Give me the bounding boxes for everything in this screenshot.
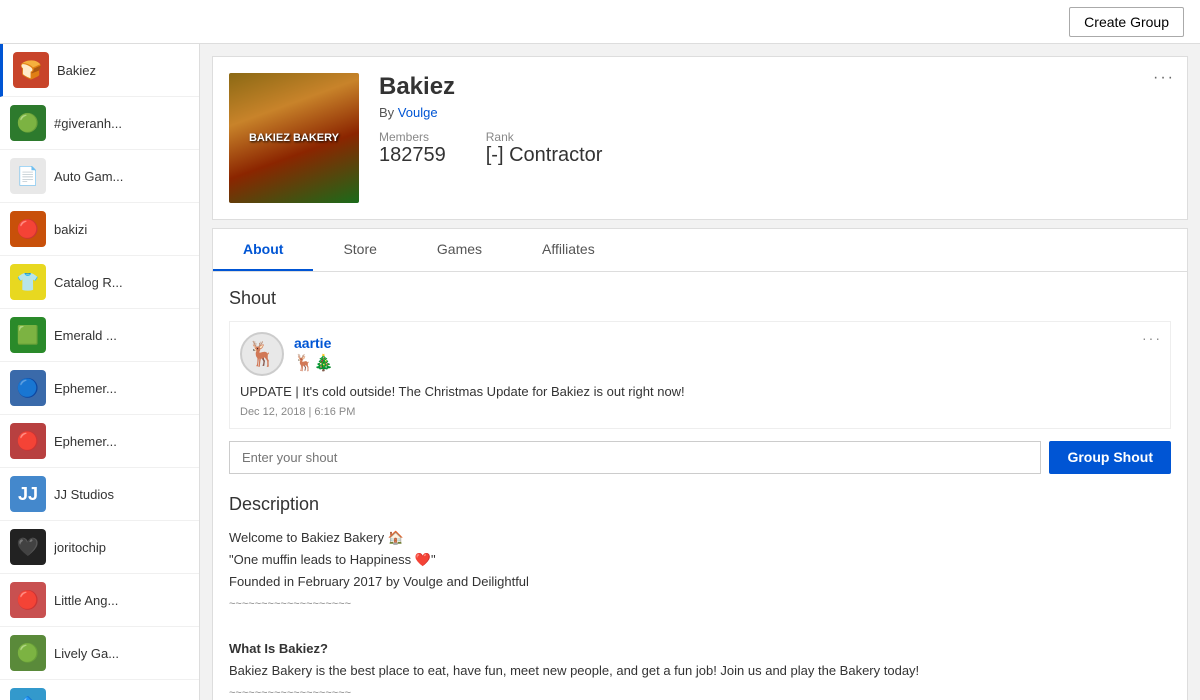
shout-menu-icon[interactable]: ···	[1142, 330, 1162, 346]
tabs-bar: AboutStoreGamesAffiliates	[212, 228, 1188, 271]
sidebar-label-giveranh: #giveranh...	[54, 116, 122, 131]
shout-user-row: 🦌 aartie 🦌🎄	[240, 332, 1160, 376]
description-line	[229, 615, 1171, 637]
description-title: Description	[229, 494, 1171, 515]
group-header-card: BAKIEZ BAKERY Bakiez By Voulge Members 1…	[212, 56, 1188, 220]
sidebar-item-autogam[interactable]: 📄 Auto Gam...	[0, 150, 199, 203]
sidebar-icon-giveranh: 🟢	[10, 105, 46, 141]
tab-games[interactable]: Games	[407, 229, 512, 271]
sidebar-item-jj[interactable]: JJ JJ Studios	[0, 468, 199, 521]
sidebar-item-emerald[interactable]: 🟩 Emerald ...	[0, 309, 199, 362]
group-shout-button[interactable]: Group Shout	[1049, 441, 1171, 474]
sidebar-item-ephemer2[interactable]: 🔴 Ephemer...	[0, 415, 199, 468]
sidebar-label-bakiez: Bakiez	[57, 63, 96, 78]
rank-stat: Rank [-] Contractor	[486, 130, 603, 167]
description-line: Bakiez Bakery is the best place to eat, …	[229, 660, 1171, 682]
main-layout: 🍞 Bakiez 🟢 #giveranh... 📄 Auto Gam... 🔴 bakizi 👕…	[0, 44, 1200, 700]
sidebar-item-bakizi[interactable]: 🔴 bakizi	[0, 203, 199, 256]
group-logo-text: BAKIEZ BAKERY	[249, 131, 339, 145]
sidebar-item-robloxd[interactable]: 🔷Roblox D...	[0, 680, 199, 700]
sidebar-icon-ephemer1: 🔵	[10, 370, 46, 406]
sidebar-item-giveranh[interactable]: 🟢 #giveranh...	[0, 97, 199, 150]
sidebar-icon-robloxd: 🔷	[10, 688, 46, 700]
sidebar-label-emerald: Emerald ...	[54, 328, 117, 343]
sidebar-item-catalogr[interactable]: 👕 Catalog R...	[0, 256, 199, 309]
sidebar-label-littleang: Little Ang...	[54, 593, 118, 608]
sidebar-icon-emerald: 🟩	[10, 317, 46, 353]
rank-value: [-] Contractor	[486, 144, 603, 167]
shout-title: Shout	[229, 288, 1171, 309]
sidebar-label-ephemer2: Ephemer...	[54, 434, 117, 449]
sidebar-label-jj: JJ Studios	[54, 487, 114, 502]
sidebar-icon-bakizi: 🔴	[10, 211, 46, 247]
main-content: BAKIEZ BAKERY Bakiez By Voulge Members 1…	[200, 44, 1200, 700]
description-line: ~~~~~~~~~~~~~~~~~~~	[229, 595, 1171, 614]
shout-input-row: Group Shout	[229, 441, 1171, 474]
members-count: 182759	[379, 144, 446, 167]
group-name: Bakiez	[379, 73, 1171, 101]
sidebar-item-ephemer1[interactable]: 🔵 Ephemer...	[0, 362, 199, 415]
sidebar-item-littleang[interactable]: 🔴 Little Ang...	[0, 574, 199, 627]
sidebar-label-catalogr: Catalog R...	[54, 275, 123, 290]
group-by: By Voulge	[379, 105, 1171, 120]
sidebar-icon-bakiez: 🍞	[13, 52, 49, 88]
sidebar: 🍞 Bakiez 🟢 #giveranh... 📄 Auto Gam... 🔴 bakizi 👕…	[0, 44, 200, 700]
sidebar-label-livelyga: Lively Ga...	[54, 646, 119, 661]
sidebar-item-livelyga[interactable]: 🟢 Lively Ga...	[0, 627, 199, 680]
members-label: Members	[379, 130, 446, 144]
shout-input[interactable]	[229, 441, 1041, 474]
sidebar-icon-ephemer2: 🔴	[10, 423, 46, 459]
sidebar-label-autogam: Auto Gam...	[54, 169, 123, 184]
tabs-and-content: AboutStoreGamesAffiliates Shout ··· 🦌 aa…	[212, 228, 1188, 700]
shout-date: Dec 12, 2018 | 6:16 PM	[240, 406, 1160, 418]
rank-label: Rank	[486, 130, 603, 144]
content-area: Shout ··· 🦌 aartie 🦌🎄 UPDATE | It's cold…	[212, 271, 1188, 700]
sidebar-icon-littleang: 🔴	[10, 582, 46, 618]
tab-about[interactable]: About	[213, 229, 313, 271]
description-line: ~~~~~~~~~~~~~~~~~~~	[229, 684, 1171, 700]
tab-affiliates[interactable]: Affiliates	[512, 229, 625, 271]
sidebar-icon-catalogr: 👕	[10, 264, 46, 300]
group-author-link[interactable]: Voulge	[398, 105, 438, 120]
create-group-button[interactable]: Create Group	[1069, 7, 1184, 37]
top-bar: Create Group	[0, 0, 1200, 44]
sidebar-label-joritochip: joritochip	[54, 540, 106, 555]
description-body: Welcome to Bakiez Bakery 🏠"One muffin le…	[229, 527, 1171, 700]
group-info: Bakiez By Voulge Members 182759 Rank [-]…	[379, 73, 1171, 167]
sidebar-icon-autogam: 📄	[10, 158, 46, 194]
description-section: Description Welcome to Bakiez Bakery 🏠"O…	[229, 494, 1171, 700]
description-line: Welcome to Bakiez Bakery 🏠	[229, 527, 1171, 549]
shout-message: UPDATE | It's cold outside! The Christma…	[240, 382, 1160, 402]
sidebar-icon-joritochip: 🖤	[10, 529, 46, 565]
description-line: "One muffin leads to Happiness ❤️"	[229, 549, 1171, 571]
group-header-menu-icon[interactable]: ···	[1153, 69, 1175, 87]
shout-section: Shout ··· 🦌 aartie 🦌🎄 UPDATE | It's cold…	[229, 288, 1171, 474]
shout-username[interactable]: aartie	[294, 335, 334, 351]
sidebar-label-ephemer1: Ephemer...	[54, 381, 117, 396]
group-logo: BAKIEZ BAKERY	[229, 73, 359, 203]
tab-store[interactable]: Store	[313, 229, 406, 271]
sidebar-icon-livelyga: 🟢	[10, 635, 46, 671]
sidebar-item-bakiez[interactable]: 🍞 Bakiez	[0, 44, 199, 97]
description-line: Founded in February 2017 by Voulge and D…	[229, 571, 1171, 593]
sidebar-item-joritochip[interactable]: 🖤 joritochip	[0, 521, 199, 574]
sidebar-icon-jj: JJ	[10, 476, 46, 512]
members-stat: Members 182759	[379, 130, 446, 167]
description-line: What Is Bakiez?	[229, 638, 1171, 660]
shout-avatar: 🦌	[240, 332, 284, 376]
shout-icons: 🦌🎄	[294, 353, 334, 373]
shout-box: ··· 🦌 aartie 🦌🎄 UPDATE | It's cold outsi…	[229, 321, 1171, 429]
group-stats: Members 182759 Rank [-] Contractor	[379, 130, 1171, 167]
sidebar-label-bakizi: bakizi	[54, 222, 87, 237]
